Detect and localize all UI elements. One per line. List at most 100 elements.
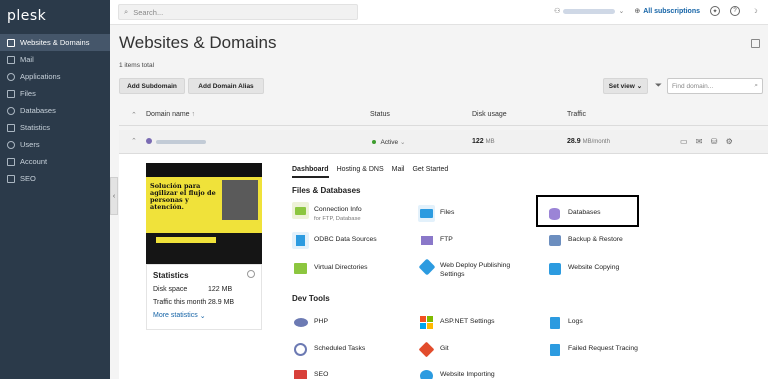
tool-connection-info[interactable]: Connection Info for FTP, Database: [292, 202, 362, 224]
col-traffic[interactable]: Traffic: [567, 111, 586, 118]
copy-icon: [546, 260, 563, 277]
traffic-label: Traffic this month: [153, 299, 207, 306]
col-disk-usage[interactable]: Disk usage: [472, 111, 507, 118]
tool-virtual-directories[interactable]: Virtual Directories: [292, 260, 368, 277]
tool-website-copying[interactable]: Website Copying: [546, 260, 619, 277]
sidebar-item-websites-domains[interactable]: Websites & Domains: [0, 34, 110, 51]
clock-icon: [292, 341, 309, 358]
tab-mail[interactable]: Mail: [392, 166, 405, 178]
sidebar-item-label: Files: [20, 89, 36, 98]
disk-label: Disk space: [153, 286, 188, 293]
filter-icon[interactable]: ⏷: [653, 79, 664, 92]
subscriptions-label: All subscriptions: [643, 7, 700, 15]
tool-failed-request-tracing[interactable]: Failed Request Tracing: [546, 341, 638, 358]
tool-text: Connection Info for FTP, Database: [314, 202, 362, 224]
tool-web-deploy[interactable]: Web Deploy Publishing Settings: [418, 258, 510, 279]
help-icon[interactable]: ?: [730, 6, 740, 16]
subscriptions-menu[interactable]: ⊕ All subscriptions: [634, 7, 700, 16]
page-title: Websites & Domains: [119, 33, 277, 52]
status-badge[interactable]: Active ⌄: [372, 138, 405, 146]
monitor-icon: [7, 38, 15, 47]
search-input[interactable]: ⌕ Search...: [118, 4, 358, 20]
search-icon: ⌕: [124, 7, 129, 16]
refresh-icon[interactable]: [247, 270, 255, 278]
set-view-label: Set view: [608, 82, 635, 90]
add-subdomain-button[interactable]: Add Subdomain: [119, 78, 185, 94]
status-label: Active: [380, 139, 399, 146]
tool-logs[interactable]: Logs: [546, 314, 583, 331]
user-menu[interactable]: ⚇ ⌄: [554, 7, 624, 15]
chevron-down-icon: ⌄: [636, 83, 643, 90]
tool-label: Logs: [568, 318, 583, 325]
tool-website-importing[interactable]: Website Importing: [418, 367, 495, 379]
tool-backup-restore[interactable]: Backup & Restore: [546, 232, 623, 249]
layout-toggle-icon[interactable]: [751, 39, 760, 48]
seo-icon: [292, 367, 309, 379]
tool-odbc[interactable]: ODBC Data Sources: [292, 232, 377, 249]
sidebar-item-mail[interactable]: Mail: [0, 51, 110, 68]
preview-hero: Solución para agilizar el flujo de perso…: [146, 177, 262, 233]
sidebar-item-users[interactable]: Users: [0, 136, 110, 153]
chevron-down-icon: ⌄: [199, 312, 206, 320]
sidebar-item-statistics[interactable]: Statistics: [0, 119, 110, 136]
disk-unit: MB: [485, 139, 495, 145]
sidebar-item-account[interactable]: Account: [0, 153, 110, 170]
traffic-number: 28.9: [567, 138, 581, 145]
disk-value: 122 MB: [208, 286, 233, 293]
tool-label: SEO: [314, 371, 329, 378]
ftp-icon: [418, 232, 435, 249]
rocket-icon: [418, 258, 435, 275]
preview-photo: [222, 180, 258, 220]
chevron-up-icon[interactable]: ⌃: [131, 137, 137, 145]
tool-label: ASP.NET Settings: [440, 318, 495, 325]
tool-ftp[interactable]: FTP: [418, 232, 453, 249]
domain-name-redacted[interactable]: [156, 140, 206, 144]
preview-headline: Solución para agilizar el flujo de perso…: [150, 182, 216, 211]
user-name-redacted: [563, 8, 616, 14]
plesk-logo[interactable]: plesk: [0, 0, 110, 31]
extensions-icon[interactable]: ✦: [710, 6, 720, 16]
tool-aspnet[interactable]: ASP.NET Settings: [418, 314, 495, 331]
tool-text: Web Deploy Publishing Settings: [440, 258, 510, 279]
sidebar-item-label: Websites & Domains: [20, 38, 90, 47]
more-statistics-link[interactable]: More statistics ⌄: [153, 309, 255, 322]
preview-header: [146, 163, 262, 177]
tab-hosting-dns[interactable]: Hosting & DNS: [337, 166, 384, 178]
sidebar-collapse-handle[interactable]: ‹: [110, 177, 118, 215]
tool-seo[interactable]: SEO: [292, 367, 328, 379]
tool-git[interactable]: Git: [418, 341, 449, 358]
table-row[interactable]: ⌃ Active ⌄ 122 MB 28.9 MB/month ▭ ✉ ⛁ ⚙: [119, 130, 768, 154]
trace-icon: [546, 341, 563, 358]
git-icon: [418, 341, 435, 358]
bar-chart-icon: [7, 123, 15, 132]
col-domain-name[interactable]: Domain name ↑: [146, 111, 195, 118]
add-domain-alias-button[interactable]: Add Domain Alias: [188, 78, 264, 94]
sort-icon: ↑: [191, 111, 196, 118]
traffic-value: 28.9 MB/month: [567, 138, 610, 145]
sidebar-item-label: Applications: [20, 72, 61, 81]
databases-highlight: [536, 195, 639, 227]
col-domain-label: Domain name: [146, 111, 190, 118]
row-action-icons[interactable]: ▭ ✉ ⛁ ⚙: [680, 137, 736, 146]
tab-get-started[interactable]: Get Started: [412, 166, 448, 178]
search-icon: ⌕: [754, 82, 758, 89]
tool-label: Website Importing: [440, 371, 495, 378]
tool-scheduled-tasks[interactable]: Scheduled Tasks: [292, 341, 365, 358]
website-preview[interactable]: Solución para agilizar el flujo de perso…: [146, 163, 262, 264]
sidebar-item-databases[interactable]: Databases: [0, 102, 110, 119]
statistics-title: Statistics: [153, 271, 189, 280]
sidebar-item-applications[interactable]: Applications: [0, 68, 110, 85]
tool-label: Failed Request Tracing: [568, 345, 638, 352]
sidebar-item-label: SEO: [20, 174, 36, 183]
col-status[interactable]: Status: [370, 111, 390, 118]
night-mode-icon[interactable]: ☽: [750, 6, 760, 16]
set-view-button[interactable]: Set view ⌄: [603, 78, 648, 94]
tab-dashboard[interactable]: Dashboard: [292, 166, 329, 178]
import-icon: [418, 367, 435, 379]
find-domain-input[interactable]: Find domain... ⌕: [667, 78, 763, 94]
tool-files[interactable]: Files: [418, 205, 454, 222]
sidebar-item-files[interactable]: Files: [0, 85, 110, 102]
sidebar-item-seo[interactable]: SEO: [0, 170, 110, 187]
tool-php[interactable]: PHP: [292, 314, 328, 331]
collapse-all-icon[interactable]: ⌃: [131, 111, 137, 119]
